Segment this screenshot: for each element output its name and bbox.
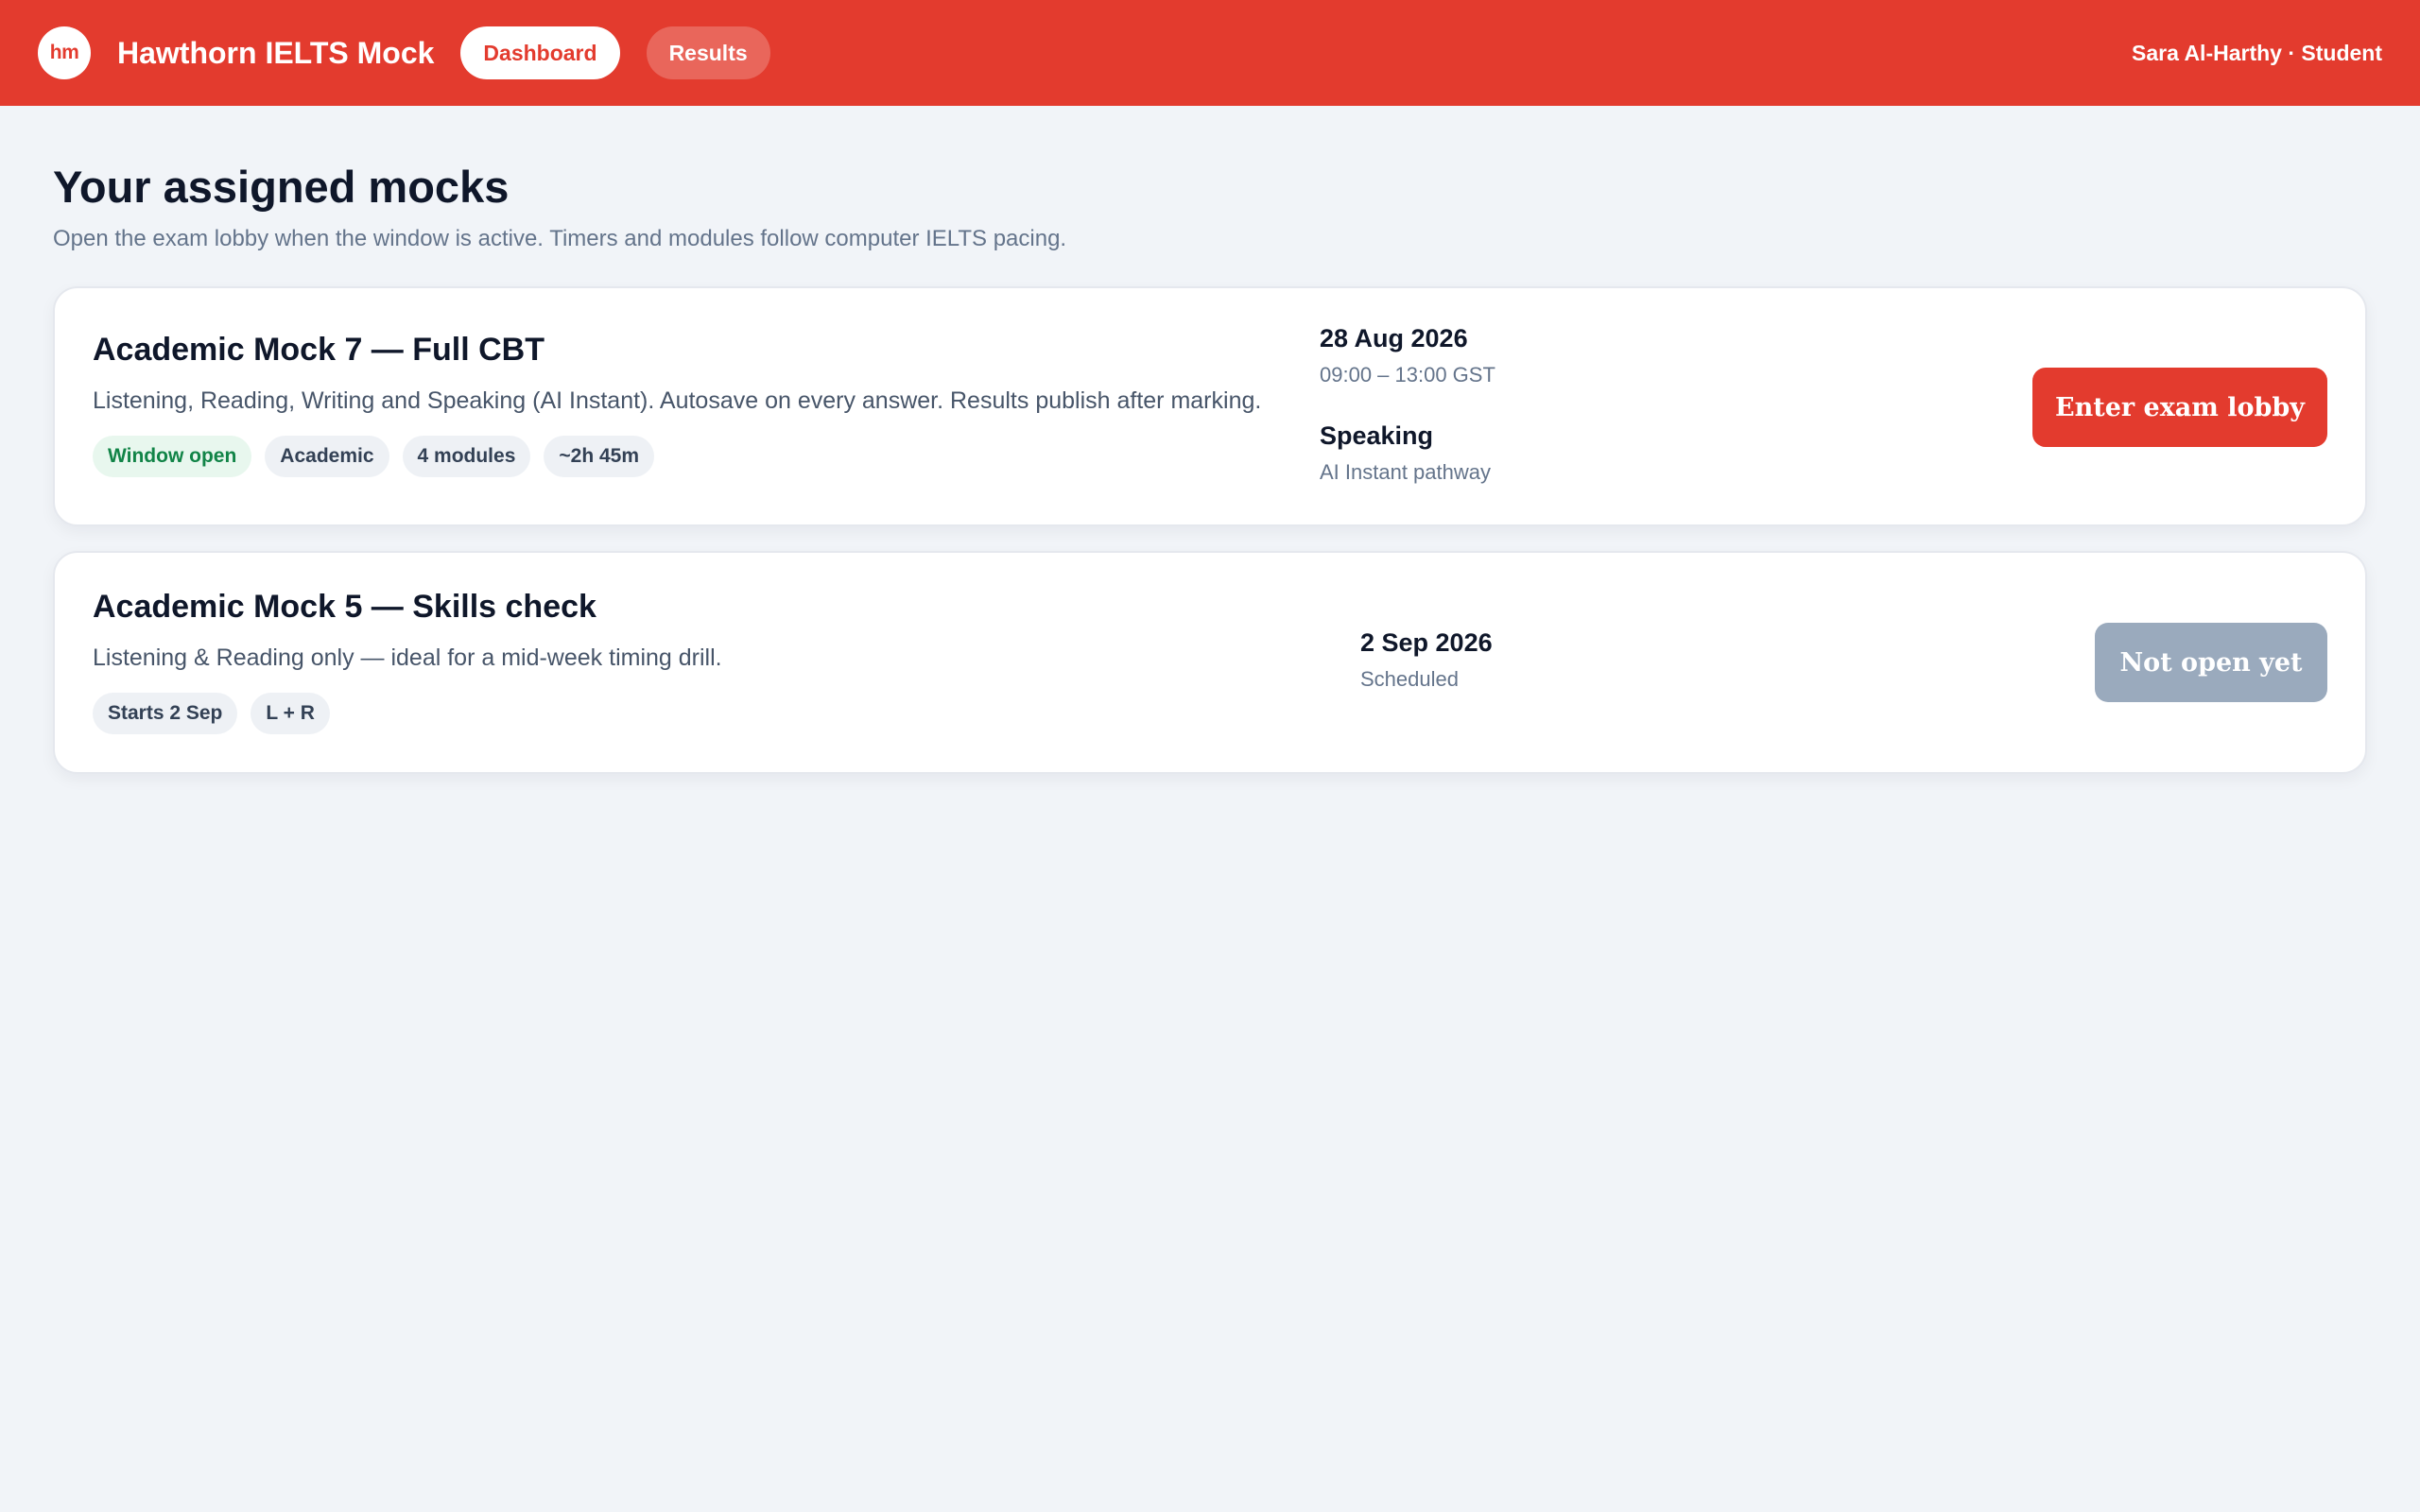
mock-time: 09:00 – 13:00 GST bbox=[1320, 363, 1495, 387]
speaking-label: Speaking bbox=[1320, 421, 1434, 450]
mock-description: Listening & Reading only — ideal for a m… bbox=[93, 644, 722, 671]
tag-duration: ~2h 45m bbox=[544, 436, 655, 477]
page-subtitle: Open the exam lobby when the window is a… bbox=[53, 226, 1067, 251]
mock-card-academic-5: Academic Mock 5 — Skills check Listening… bbox=[53, 551, 2367, 774]
mock-date: 28 Aug 2026 bbox=[1320, 324, 1468, 352]
main-content: Your assigned mocks Open the exam lobby … bbox=[0, 106, 2420, 774]
nav-results[interactable]: Results bbox=[646, 26, 770, 79]
mock-date: 2 Sep 2026 bbox=[1360, 628, 1493, 657]
mock-status: Scheduled bbox=[1360, 667, 1459, 691]
mock-list: Academic Mock 7 — Full CBT Listening, Re… bbox=[53, 286, 2367, 774]
mock-title: Academic Mock 7 — Full CBT bbox=[93, 332, 544, 368]
mock-title: Academic Mock 5 — Skills check bbox=[93, 589, 596, 625]
brand-name: Hawthorn IELTS Mock bbox=[117, 35, 435, 70]
nav-dashboard[interactable]: Dashboard bbox=[460, 26, 620, 79]
page-title: Your assigned mocks bbox=[53, 162, 510, 212]
enter-exam-lobby-button[interactable]: Enter exam lobby bbox=[2032, 368, 2327, 447]
brand-logo[interactable]: hm bbox=[38, 26, 91, 79]
top-bar: hm Hawthorn IELTS Mock Dashboard Results… bbox=[0, 0, 2420, 106]
tag-skills: L + R bbox=[251, 693, 330, 734]
not-open-yet-button: Not open yet bbox=[2095, 623, 2327, 702]
mock-tags: Window open Academic 4 modules ~2h 45m bbox=[93, 436, 1261, 477]
user-identity[interactable]: Sara Al-Harthy · Student bbox=[2132, 41, 2382, 66]
speaking-pathway: AI Instant pathway bbox=[1320, 460, 1491, 484]
mock-card-academic-7: Academic Mock 7 — Full CBT Listening, Re… bbox=[53, 286, 2367, 526]
tag-modules: 4 modules bbox=[402, 436, 531, 477]
tag-start-date: Starts 2 Sep bbox=[93, 693, 238, 734]
tag-window-open: Window open bbox=[93, 436, 252, 477]
tag-academic: Academic bbox=[265, 436, 389, 477]
mock-tags: Starts 2 Sep L + R bbox=[93, 693, 722, 734]
mock-card-body: Academic Mock 5 — Skills check Listening… bbox=[93, 589, 722, 734]
mock-schedule: 28 Aug 2026 09:00 – 13:00 GST Speaking A… bbox=[1320, 324, 1495, 485]
mock-schedule: 2 Sep 2026 Scheduled bbox=[1360, 628, 1493, 692]
mock-card-body: Academic Mock 7 — Full CBT Listening, Re… bbox=[93, 332, 1261, 477]
mock-description: Listening, Reading, Writing and Speaking… bbox=[93, 387, 1262, 414]
